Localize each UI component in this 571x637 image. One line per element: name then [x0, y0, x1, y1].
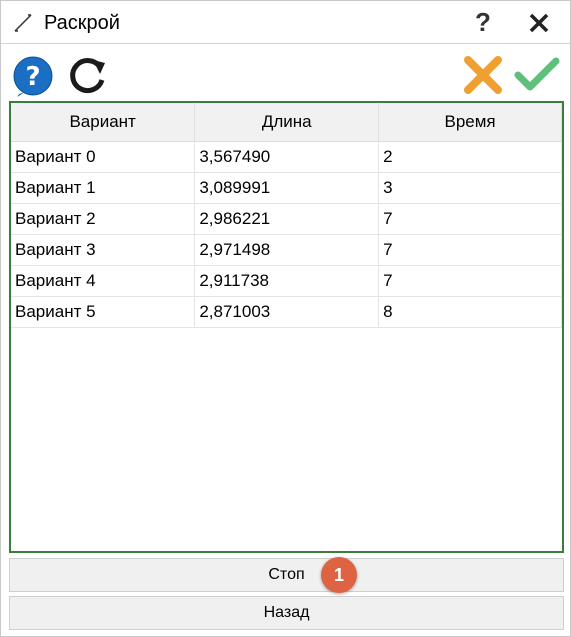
results-table-frame: Вариант Длина Время Вариант 0 3,567490 2… — [9, 101, 564, 553]
cell-variant: Вариант 4 — [11, 265, 196, 297]
cell-variant: Вариант 3 — [11, 234, 196, 266]
cell-variant: Вариант 5 — [11, 296, 196, 328]
title-bar: Раскрой ? — [1, 1, 570, 44]
column-header-variant[interactable]: Вариант — [11, 103, 196, 142]
table-row[interactable]: Вариант 3 2,971498 7 — [11, 234, 562, 266]
cell-length: 3,567490 — [194, 141, 380, 173]
cell-length: 2,986221 — [194, 203, 380, 235]
checkmark-icon[interactable] — [514, 57, 560, 93]
cell-time: 7 — [378, 234, 562, 266]
cell-time: 3 — [378, 172, 562, 204]
cell-variant: Вариант 0 — [11, 141, 196, 173]
results-table: Вариант Длина Время Вариант 0 3,567490 2… — [11, 103, 562, 328]
cell-length: 3,089991 — [194, 172, 380, 204]
help-circle-icon[interactable]: ? — [11, 54, 55, 98]
refresh-icon[interactable] — [67, 55, 109, 97]
cell-variant: Вариант 2 — [11, 203, 196, 235]
table-row[interactable]: Вариант 0 3,567490 2 — [11, 141, 562, 173]
cell-time: 7 — [378, 265, 562, 297]
cancel-x-icon[interactable] — [463, 55, 503, 95]
cell-time: 8 — [378, 296, 562, 328]
toolbar: ? — [1, 45, 570, 101]
svg-text:?: ? — [25, 62, 40, 92]
cell-time: 2 — [378, 141, 562, 173]
close-icon[interactable] — [527, 11, 551, 35]
tape-measure-icon — [14, 14, 32, 32]
column-header-time[interactable]: Время — [378, 103, 562, 142]
back-button[interactable]: Назад — [9, 596, 564, 630]
table-row[interactable]: Вариант 2 2,986221 7 — [11, 203, 562, 235]
cell-length: 2,971498 — [194, 234, 380, 266]
stop-button[interactable]: Стоп — [9, 558, 564, 592]
window-title: Раскрой — [44, 12, 120, 34]
cell-length: 2,871003 — [194, 296, 380, 328]
step-badge: 1 — [321, 557, 357, 593]
cell-length: 2,911738 — [194, 265, 380, 297]
table-row[interactable]: Вариант 1 3,089991 3 — [11, 172, 562, 204]
column-header-length[interactable]: Длина — [194, 103, 380, 142]
cell-variant: Вариант 1 — [11, 172, 196, 204]
table-row[interactable]: Вариант 4 2,911738 7 — [11, 265, 562, 297]
table-row[interactable]: Вариант 5 2,871003 8 — [11, 296, 562, 328]
cell-time: 7 — [378, 203, 562, 235]
titlebar-help-button[interactable]: ? — [469, 7, 497, 37]
table-header-row: Вариант Длина Время — [11, 103, 562, 142]
cutting-dialog: Раскрой ? ? Вариант Длина Время Вариант … — [0, 0, 571, 637]
